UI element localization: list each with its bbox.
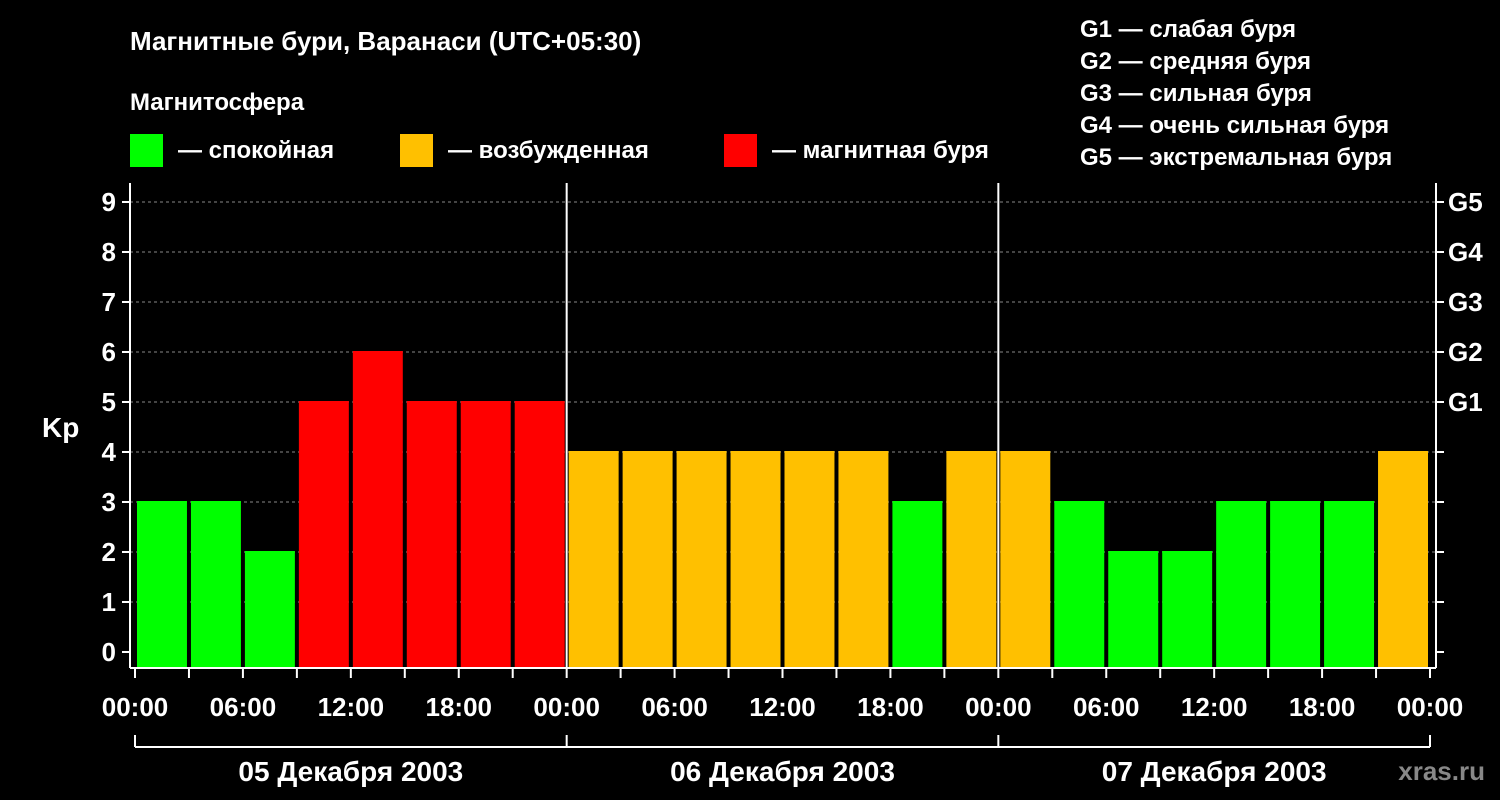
kp-bar [352,351,403,667]
g-scale-g2: G2 — средняя буря [1080,48,1311,75]
kp-bar [1000,451,1051,667]
x-tick-label: 06:00 [641,692,708,722]
legend-item-active: — возбужденная [400,134,649,167]
chart-title: Магнитные бури, Варанаси (UTC+05:30) [130,26,641,56]
legend-label-storm: — магнитная буря [772,137,989,164]
y-tick-label: 1 [102,587,116,617]
g-scale-g3: G3 — сильная буря [1080,80,1312,107]
legend-heading: Магнитосфера [130,89,305,116]
x-tick-label: 18:00 [426,692,493,722]
kp-bar [838,451,889,667]
legend-label-active: — возбужденная [448,137,649,164]
x-tick-label: 18:00 [1289,692,1356,722]
kp-bar [1054,501,1105,667]
x-tick-label: 12:00 [749,692,816,722]
g-level-label: G4 [1448,237,1483,267]
x-tick-label: 00:00 [1397,692,1464,722]
kp-bar [1270,501,1321,667]
y-tick-label: 2 [102,537,116,567]
y-tick-label: 3 [102,487,116,517]
kp-bar [676,451,727,667]
legend-item-quiet: — спокойная [130,134,334,167]
kp-bar [514,401,565,667]
kp-bar [460,401,511,667]
kp-bar [946,451,997,667]
kp-bar [298,401,349,667]
legend-swatch-quiet [130,134,163,167]
y-tick-label: 7 [102,287,116,317]
legend-swatch-storm [724,134,757,167]
y-tick-label: 6 [102,337,116,367]
x-tick-label: 00:00 [965,692,1032,722]
kp-bar [1162,551,1213,667]
kp-bar [622,451,673,667]
kp-bar [730,451,781,667]
x-tick-label: 12:00 [318,692,385,722]
x-tick-label: 06:00 [1073,692,1140,722]
g-scale-legend: G1 — слабая буря G2 — средняя буря G3 — … [1080,16,1392,171]
g-level-label: G3 [1448,287,1483,317]
day-label: 05 Декабря 2003 [238,756,463,787]
day-label: 07 Декабря 2003 [1102,756,1327,787]
g-scale-g4: G4 — очень сильная буря [1080,112,1389,139]
g-level-label: G1 [1448,387,1483,417]
kp-bar [1216,501,1267,667]
plot-area: 0 1 2 3 4 5 6 7 8 9 G1 G2 G3 G4 G5 Kp 00:00 06:00 12:00 18:… [42,183,1483,787]
kp-bar [244,551,295,667]
kp-bar [784,451,835,667]
legend-swatch-active [400,134,433,167]
kp-bar [568,451,619,667]
kp-bar [190,501,241,667]
watermark: xras.ru [1398,756,1485,786]
x-tick-label: 00:00 [533,692,600,722]
x-tick-label: 18:00 [857,692,924,722]
g-scale-g5: G5 — экстремальная буря [1080,144,1392,171]
y-axis-label: Kp [42,412,79,443]
legend-item-storm: — магнитная буря [724,134,989,167]
kp-bar [406,401,457,667]
x-tick-label: 00:00 [102,692,169,722]
kp-bar [137,501,187,667]
kp-bar [1378,451,1428,667]
y-tick-label: 0 [102,637,116,667]
kp-bar [1108,551,1159,667]
y-tick-label: 9 [102,187,116,217]
kp-bar [1324,501,1375,667]
day-label: 06 Декабря 2003 [670,756,895,787]
g-scale-g1: G1 — слабая буря [1080,16,1296,43]
g-level-label: G5 [1448,187,1483,217]
y-tick-label: 4 [102,437,117,467]
y-tick-label: 8 [102,237,116,267]
kp-chart: Магнитные бури, Варанаси (UTC+05:30) Маг… [42,16,1485,787]
g-level-label: G2 [1448,337,1483,367]
x-tick-label: 06:00 [210,692,277,722]
kp-bar [892,501,943,667]
legend-label-quiet: — спокойная [178,137,334,164]
x-tick-label: 12:00 [1181,692,1248,722]
y-tick-label: 5 [102,387,116,417]
